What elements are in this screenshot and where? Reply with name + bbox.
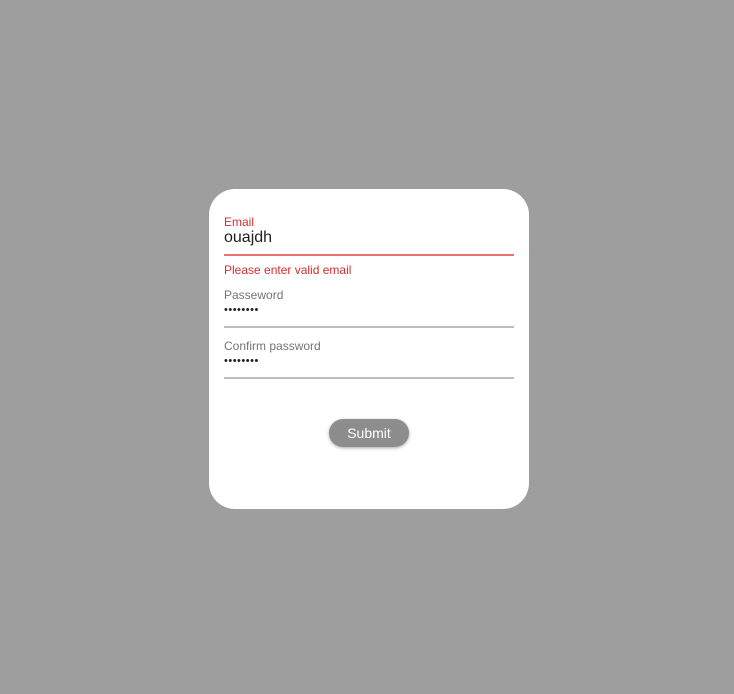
submit-button[interactable]: Submit xyxy=(329,419,409,447)
email-label: Email xyxy=(224,215,255,229)
password-input[interactable]: •••••••• xyxy=(224,304,514,316)
password-underline xyxy=(224,326,514,328)
email-error-text: Please enter valid email xyxy=(224,263,352,277)
password-field[interactable]: Passeword •••••••• xyxy=(224,288,514,330)
confirm-password-input[interactable]: •••••••• xyxy=(224,355,514,367)
email-underline xyxy=(224,254,514,256)
password-label: Passeword xyxy=(224,288,284,302)
confirm-password-underline xyxy=(224,377,514,379)
email-input[interactable] xyxy=(224,229,514,247)
confirm-password-label: Confirm password xyxy=(224,339,321,353)
signup-card: Email Please enter valid email Passeword… xyxy=(209,189,529,509)
email-field[interactable]: Email xyxy=(224,215,514,257)
confirm-password-field[interactable]: Confirm password •••••••• xyxy=(224,339,514,381)
